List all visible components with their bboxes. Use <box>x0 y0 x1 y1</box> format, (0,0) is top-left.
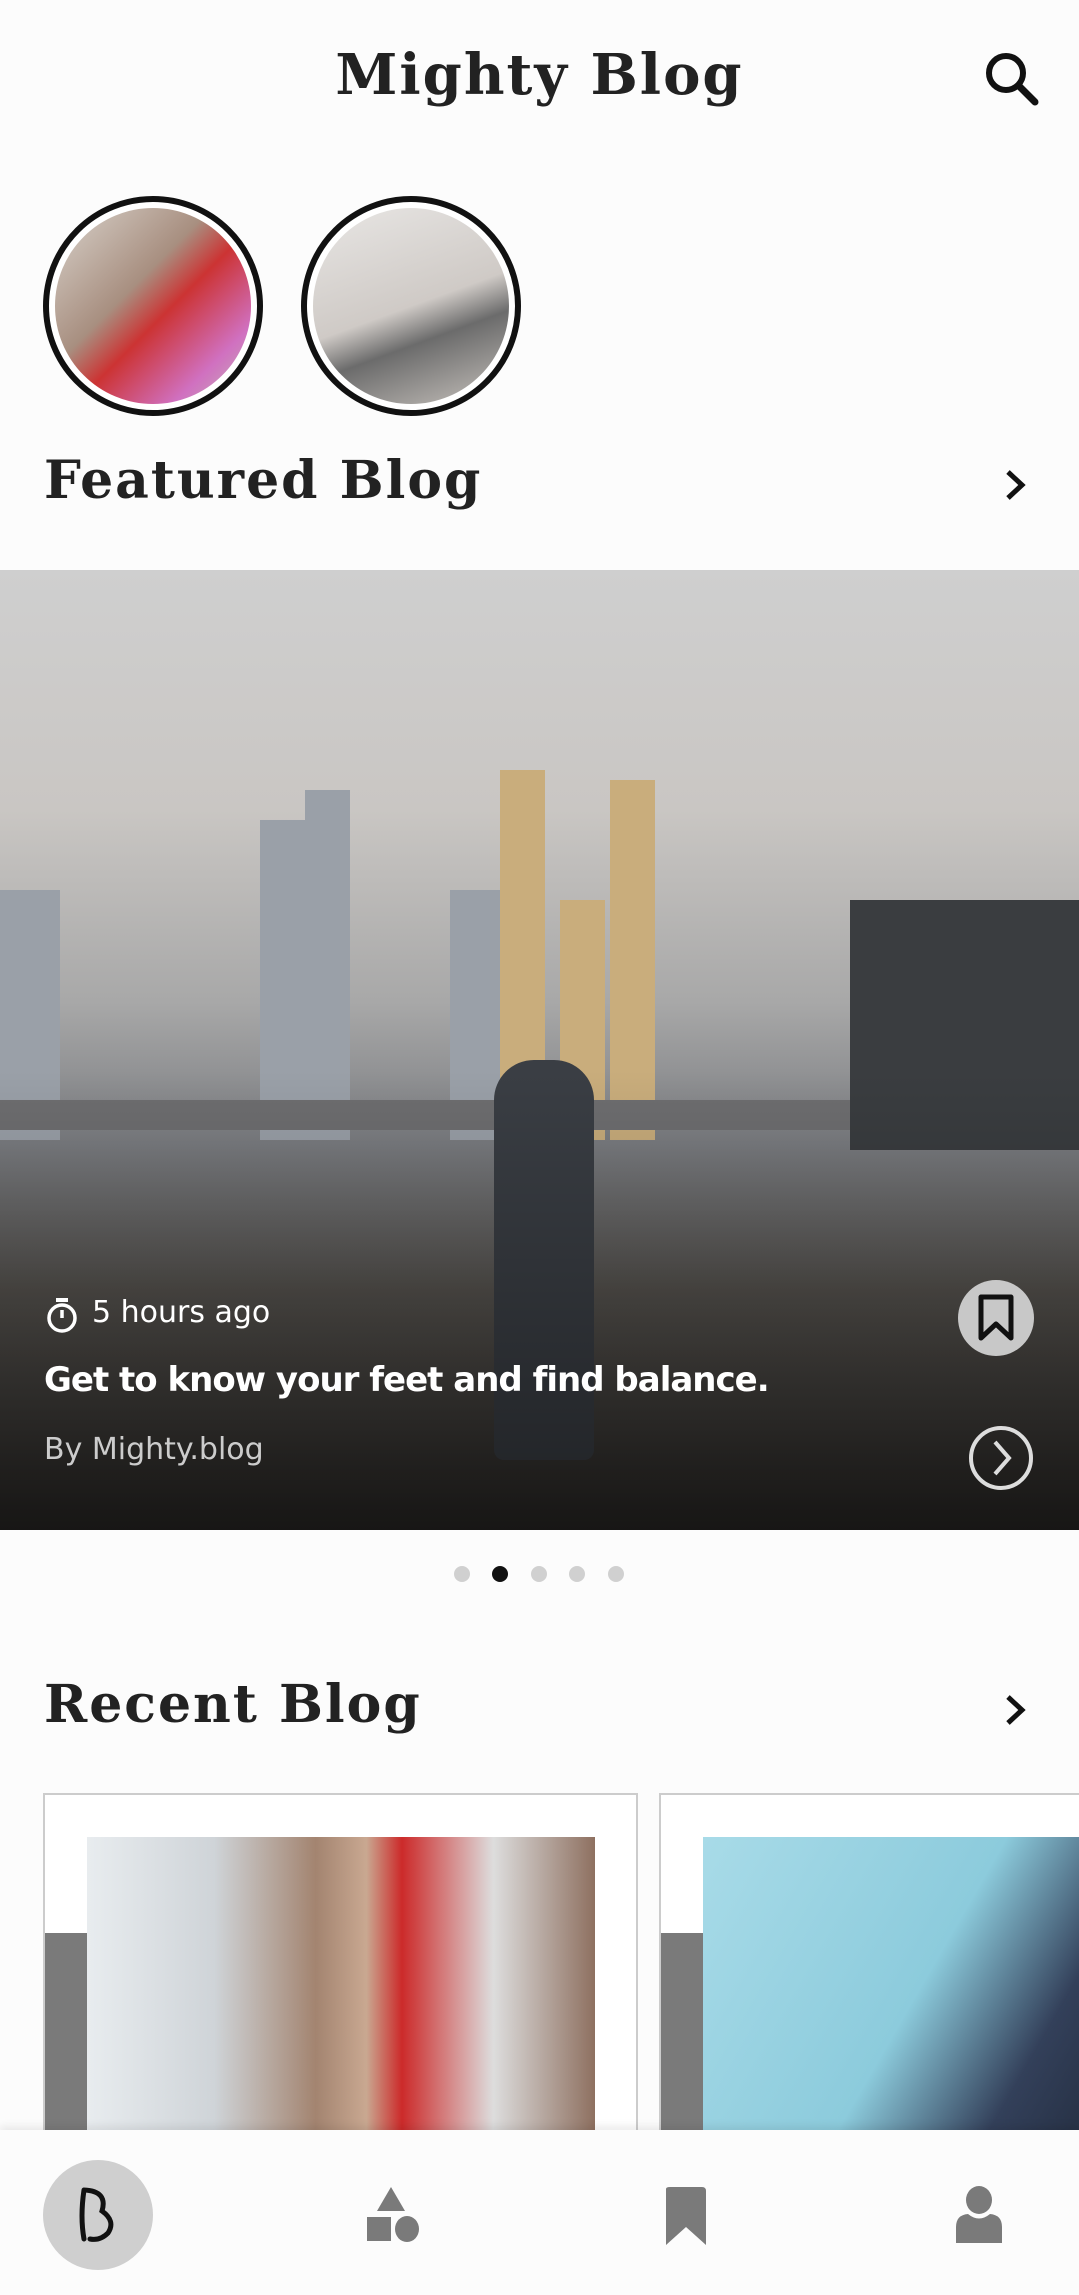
bottom-nav <box>0 2130 1079 2295</box>
carousel-dot-2-active[interactable] <box>492 1566 508 1582</box>
story-avatar-1[interactable] <box>43 196 263 416</box>
blog-logo-icon <box>79 2187 114 2242</box>
timer-icon <box>47 1298 77 1333</box>
carousel-dot-1[interactable] <box>454 1566 470 1582</box>
recent-heading: Recent Blog <box>44 1674 422 1735</box>
featured-heading: Featured Blog <box>44 450 483 511</box>
carousel-dot-4[interactable] <box>569 1566 585 1582</box>
post-time: 5 hours ago <box>92 1295 271 1330</box>
nav-home[interactable] <box>43 2160 153 2270</box>
featured-post-card[interactable]: 5 hours ago Get to know your feet and fi… <box>0 570 1079 1530</box>
carousel-dot-3[interactable] <box>531 1566 547 1582</box>
post-title[interactable]: Get to know your feet and find balance. <box>44 1360 770 1400</box>
featured-see-all-chevron-icon[interactable] <box>995 465 1035 505</box>
recent-see-all-chevron-icon[interactable] <box>995 1690 1035 1730</box>
nav-profile-icon[interactable] <box>954 2185 1004 2245</box>
app-title: Mighty Blog <box>335 42 744 108</box>
carousel-dot-5[interactable] <box>608 1566 624 1582</box>
bookmark-icon <box>978 1294 1014 1341</box>
nav-bookmarks-icon[interactable] <box>664 2185 708 2247</box>
nav-categories-shapes-icon[interactable] <box>365 2185 421 2245</box>
story-avatar-2[interactable] <box>301 196 521 416</box>
open-post-arrow-icon[interactable] <box>967 1424 1035 1492</box>
post-author: By Mighty.blog <box>44 1432 264 1467</box>
bookmark-button[interactable] <box>958 1280 1034 1356</box>
search-icon[interactable] <box>983 50 1039 106</box>
